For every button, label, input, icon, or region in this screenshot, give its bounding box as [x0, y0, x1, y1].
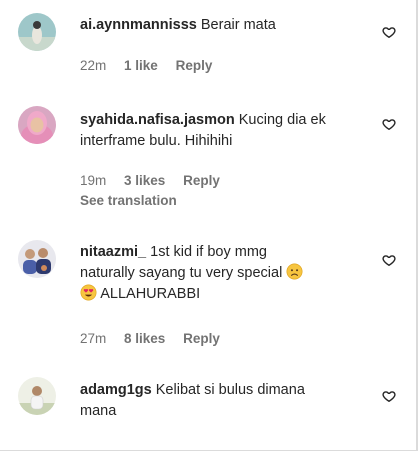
avatar-image [18, 13, 56, 51]
comment-time: 27m [80, 331, 107, 346]
heart-outline-icon[interactable] [382, 117, 396, 131]
avatar-image [18, 106, 56, 144]
comment-text-line: 1st kid if boy mmg [150, 244, 267, 260]
heart-outline-icon[interactable] [382, 389, 396, 403]
likes-count[interactable]: 1 like [124, 58, 158, 73]
commenter-avatar[interactable] [18, 106, 56, 144]
comment-body: ai.aynnmannisss Berair mata [80, 15, 370, 36]
comment-meta: 27m 8 likes Reply [80, 331, 234, 346]
comment-meta: 22m 1 like Reply [80, 58, 226, 73]
heart-outline-icon[interactable] [382, 25, 396, 39]
comment-text-line: Kucing dia ek [238, 112, 326, 128]
comment-username[interactable]: ai.aynnmannisss [80, 17, 197, 33]
commenter-avatar[interactable] [18, 13, 56, 51]
commenter-avatar[interactable] [18, 377, 56, 415]
comment-username[interactable]: adamg1gs [80, 382, 152, 398]
see-translation-link[interactable]: See translation [80, 193, 177, 208]
reply-button[interactable]: Reply [183, 331, 220, 346]
comment-body: adamg1gs Kelibat si bulus dimana mana [80, 380, 370, 422]
comment-time: 22m [80, 58, 107, 73]
avatar-image [18, 377, 56, 415]
comment-text: Berair mata [200, 17, 276, 33]
avatar-image [18, 240, 56, 278]
comment-text-line: interframe bulu. Hihihihi [80, 133, 233, 149]
comment-text-line: mana [80, 403, 117, 419]
comment-text-line: naturally sayang tu very special [80, 265, 283, 281]
commenter-avatar[interactable] [18, 240, 56, 278]
comment-meta: 19m 3 likes Reply [80, 173, 234, 188]
comment-text-line: ALLAHURABBI [100, 286, 201, 302]
comment-username[interactable]: syahida.nafisa.jasmon [80, 112, 235, 128]
comment-username[interactable]: nitaazmi_ [80, 244, 146, 260]
likes-count[interactable]: 8 likes [124, 331, 165, 346]
likes-count[interactable]: 3 likes [124, 173, 165, 188]
reply-button[interactable]: Reply [183, 173, 220, 188]
comment-time: 19m [80, 173, 107, 188]
reply-button[interactable]: Reply [176, 58, 213, 73]
comment-body: nitaazmi_ 1st kid if boy mmg naturally s… [80, 242, 370, 305]
sad-face-emoji [286, 263, 303, 280]
heart-outline-icon[interactable] [382, 253, 396, 267]
comment-text-line: Kelibat si bulus dimana [155, 382, 305, 398]
comment-body: syahida.nafisa.jasmon Kucing dia ek inte… [80, 110, 370, 152]
heart-eyes-emoji [80, 284, 97, 301]
